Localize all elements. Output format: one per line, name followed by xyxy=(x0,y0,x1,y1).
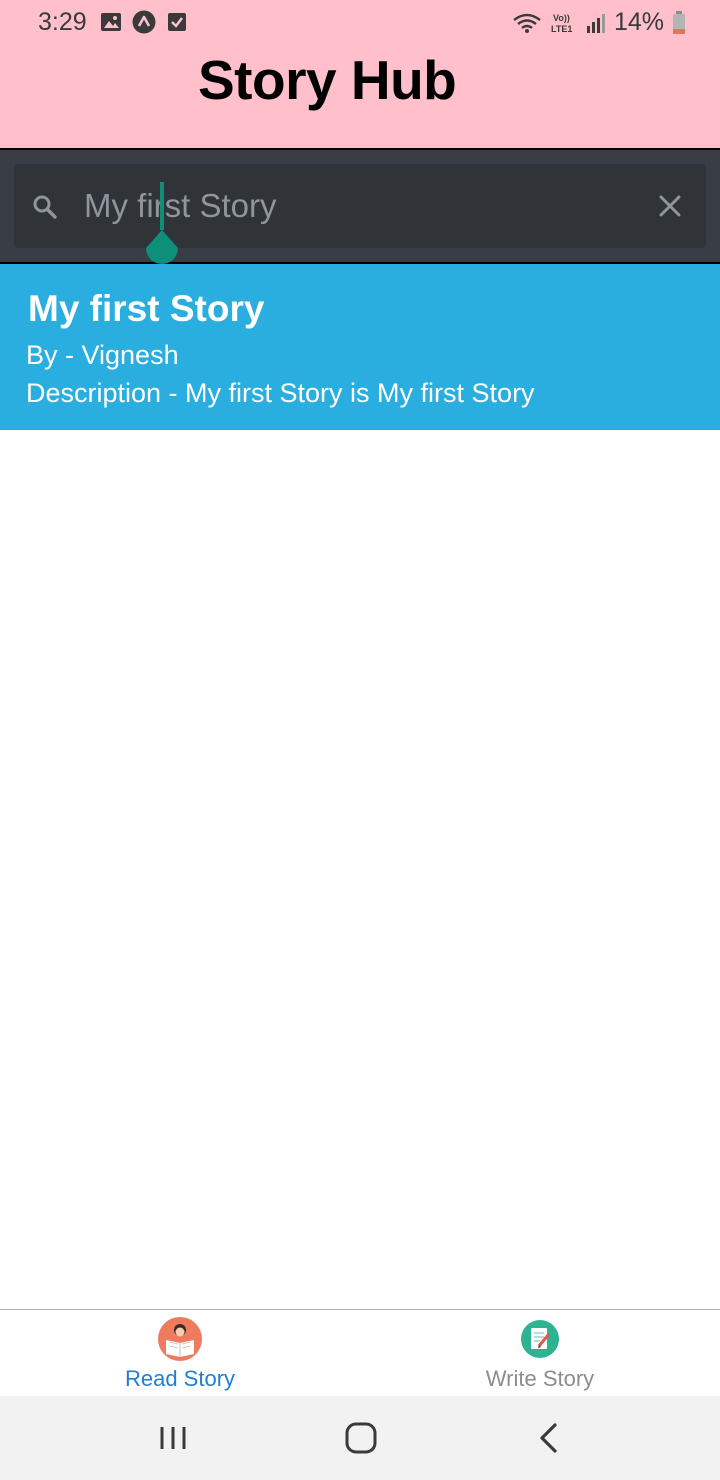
tab-write-story[interactable]: Write Story xyxy=(360,1310,720,1397)
volte-icon: Vo)) LTE1 xyxy=(551,13,572,34)
back-icon[interactable] xyxy=(530,1422,570,1454)
battery-icon xyxy=(673,10,685,34)
bottom-tab-bar: Read Story Write Story xyxy=(0,1309,720,1396)
search-bar-container xyxy=(0,148,720,264)
close-icon[interactable] xyxy=(658,194,682,218)
app-header: Story Hub xyxy=(0,44,720,148)
search-input[interactable] xyxy=(84,182,624,230)
search-icon xyxy=(33,195,57,219)
battery-percent: 14% xyxy=(613,8,664,36)
home-icon[interactable] xyxy=(341,1422,381,1454)
signal-icon xyxy=(586,13,605,33)
checkbox-icon xyxy=(168,13,186,31)
story-description: Description - My first Story is My first… xyxy=(26,378,535,408)
system-status: Vo)) LTE1 14% xyxy=(512,8,686,37)
wifi-icon xyxy=(513,13,541,33)
story-card[interactable]: My first Story By - Vignesh Description … xyxy=(0,264,720,430)
tab-read-story[interactable]: Read Story xyxy=(0,1310,360,1397)
notification-icons xyxy=(100,10,188,34)
system-nav-bar xyxy=(0,1396,720,1480)
tab-write-story-label: Write Story xyxy=(485,1366,595,1391)
status-time: 3:29 xyxy=(38,8,87,36)
svg-text:LTE1: LTE1 xyxy=(551,24,572,34)
status-bar: 3:29 Vo)) LTE1 14% xyxy=(0,0,720,44)
story-author: By - Vignesh xyxy=(26,340,179,370)
text-cursor xyxy=(160,182,164,230)
app-icon xyxy=(132,10,156,34)
story-title: My first Story xyxy=(28,288,265,329)
recents-icon[interactable] xyxy=(154,1422,194,1454)
search-bar[interactable] xyxy=(14,164,706,264)
writing-icon xyxy=(521,1320,559,1358)
tab-read-story-label: Read Story xyxy=(124,1366,236,1391)
page-title: Story Hub xyxy=(198,49,457,111)
image-icon xyxy=(101,13,121,31)
reading-icon xyxy=(158,1317,202,1361)
svg-text:Vo)): Vo)) xyxy=(553,13,570,23)
